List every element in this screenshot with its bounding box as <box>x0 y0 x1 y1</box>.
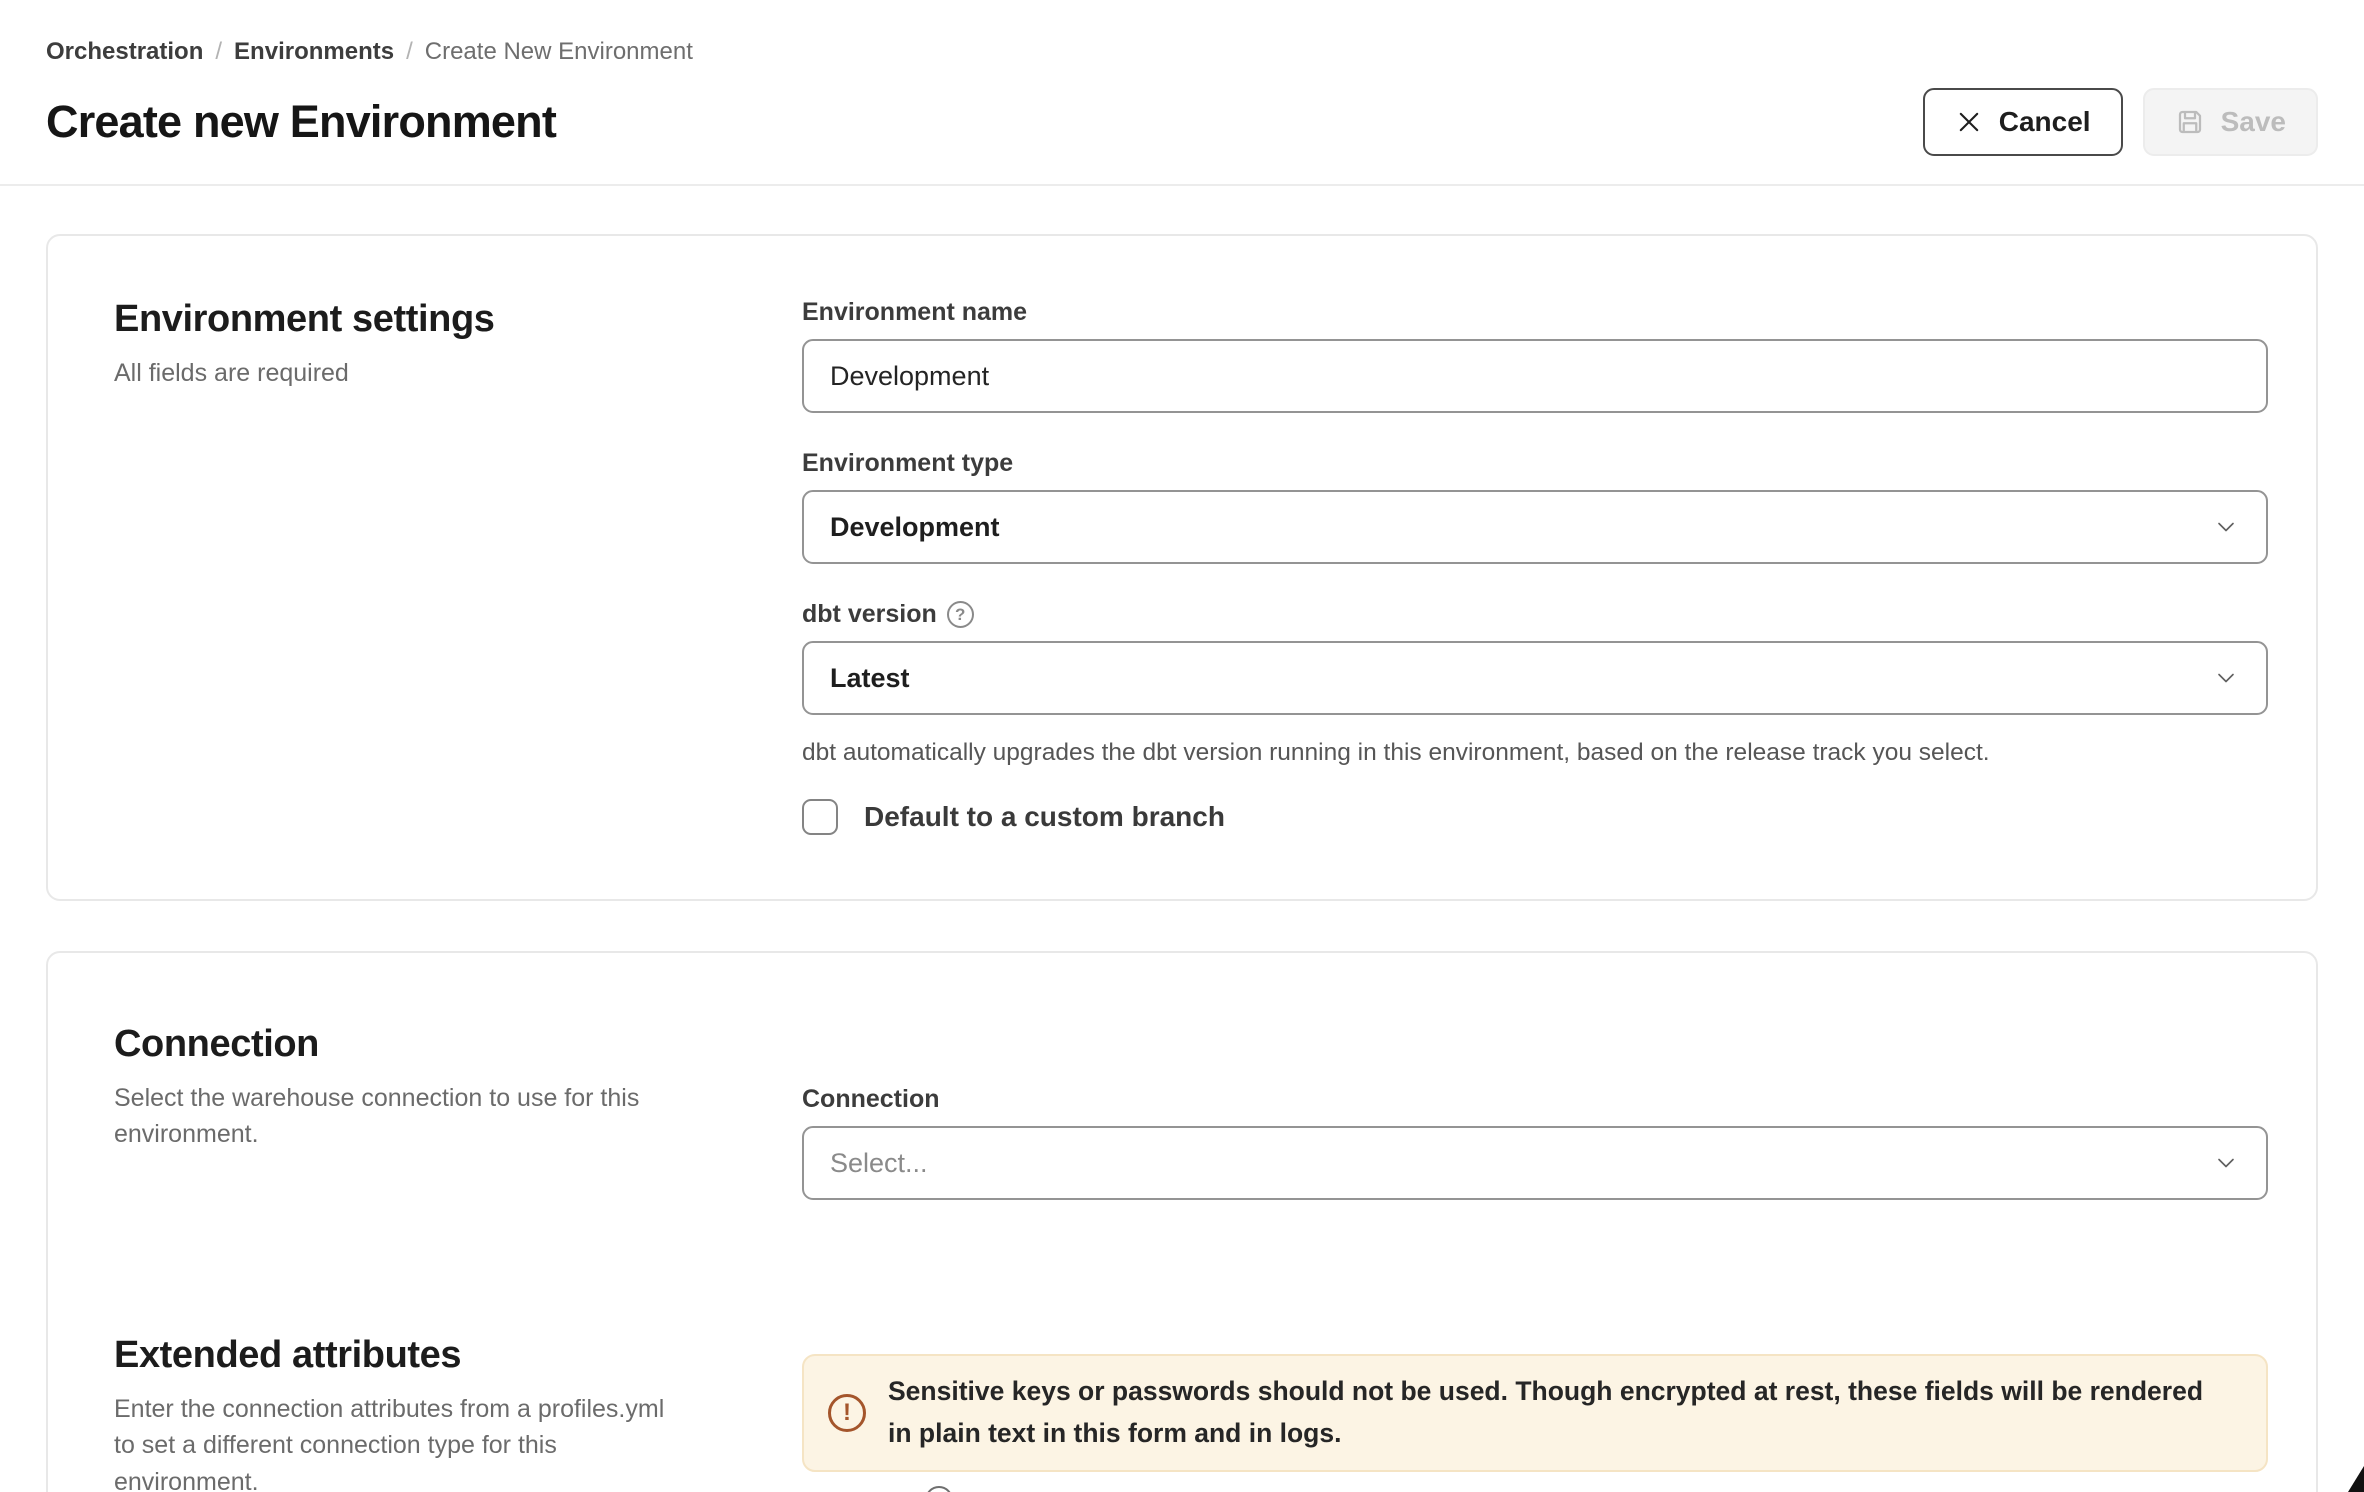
cancel-button-label: Cancel <box>1999 106 2091 138</box>
connection-select[interactable]: Select... <box>802 1126 2268 1200</box>
extended-attributes-info: Extended attributes Enter the connection… <box>114 1334 802 1492</box>
breadcrumb-orchestration[interactable]: Orchestration <box>46 38 203 66</box>
mouse-cursor-icon <box>2348 1466 2364 1492</box>
breadcrumb-current-page: Create New Environment <box>425 38 693 66</box>
environment-settings-heading: Environment settings <box>114 298 802 341</box>
dbt-version-helper-text: dbt automatically upgrades the dbt versi… <box>802 739 2268 767</box>
extended-attributes-form: ! Sensitive keys or passwords should not… <box>802 1334 2268 1492</box>
connection-select-placeholder: Select... <box>830 1148 928 1179</box>
chevron-down-icon <box>2212 1149 2240 1177</box>
header-actions: Cancel Save <box>1923 88 2318 156</box>
connection-heading: Connection <box>114 1023 802 1066</box>
environment-settings-form: Environment name Environment type Develo… <box>802 298 2268 835</box>
environment-settings-card: Environment settings All fields are requ… <box>46 234 2318 901</box>
custom-branch-label: Default to a custom branch <box>864 801 1225 833</box>
environment-name-input[interactable] <box>802 339 2268 413</box>
close-icon <box>1955 108 1983 136</box>
dbt-version-label-text: dbt version <box>802 600 937 629</box>
main-content: Environment settings All fields are requ… <box>0 234 2364 1492</box>
custom-branch-row: Default to a custom branch <box>802 799 2268 835</box>
breadcrumb-environments[interactable]: Environments <box>234 38 394 66</box>
page-header: Orchestration / Environments / Create Ne… <box>0 0 2364 186</box>
dbt-version-field-group: dbt version ? Latest <box>802 600 2268 715</box>
alert-circle-icon: ! <box>828 1394 866 1432</box>
connection-subheading: Select the warehouse connection to use f… <box>114 1080 674 1153</box>
connection-field-label: Connection <box>802 1085 2268 1114</box>
help-icon[interactable]: ? <box>947 601 974 628</box>
dbt-version-label: dbt version ? <box>802 600 2268 629</box>
sensitive-keys-warning-text: Sensitive keys or passwords should not b… <box>888 1371 2232 1455</box>
dbt-version-value: Latest <box>830 663 910 694</box>
connection-card: Connection Select the warehouse connecti… <box>46 951 2318 1492</box>
cancel-button[interactable]: Cancel <box>1923 88 2123 156</box>
extended-attributes-subheading: Enter the connection attributes from a p… <box>114 1391 674 1492</box>
dbt-version-select[interactable]: Latest <box>802 641 2268 715</box>
environment-type-label: Environment type <box>802 449 2268 478</box>
chevron-down-icon <box>2212 664 2240 692</box>
save-icon <box>2175 107 2205 137</box>
sensitive-keys-warning-banner: ! Sensitive keys or passwords should not… <box>802 1354 2268 1472</box>
extended-attributes-heading: Extended attributes <box>114 1334 802 1377</box>
environment-name-label: Environment name <box>802 298 2268 327</box>
environment-type-select[interactable]: Development <box>802 490 2268 564</box>
save-button[interactable]: Save <box>2143 88 2318 156</box>
breadcrumb: Orchestration / Environments / Create Ne… <box>46 38 2318 66</box>
page-title: Create new Environment <box>46 96 556 148</box>
environment-type-value: Development <box>830 512 1000 543</box>
connection-form: Connection Select... <box>802 1023 2268 1200</box>
environment-settings-info: Environment settings All fields are requ… <box>114 298 802 835</box>
connection-field-group: Connection Select... <box>802 1085 2268 1200</box>
environment-name-field-group: Environment name <box>802 298 2268 413</box>
environment-type-field-group: Environment type Development <box>802 449 2268 564</box>
environment-settings-subheading: All fields are required <box>114 355 674 391</box>
chevron-down-icon <box>2212 513 2240 541</box>
breadcrumb-separator: / <box>215 38 222 66</box>
save-button-label: Save <box>2221 106 2286 138</box>
custom-branch-checkbox[interactable] <box>802 799 838 835</box>
connection-info: Connection Select the warehouse connecti… <box>114 1023 802 1200</box>
breadcrumb-separator: / <box>406 38 413 66</box>
